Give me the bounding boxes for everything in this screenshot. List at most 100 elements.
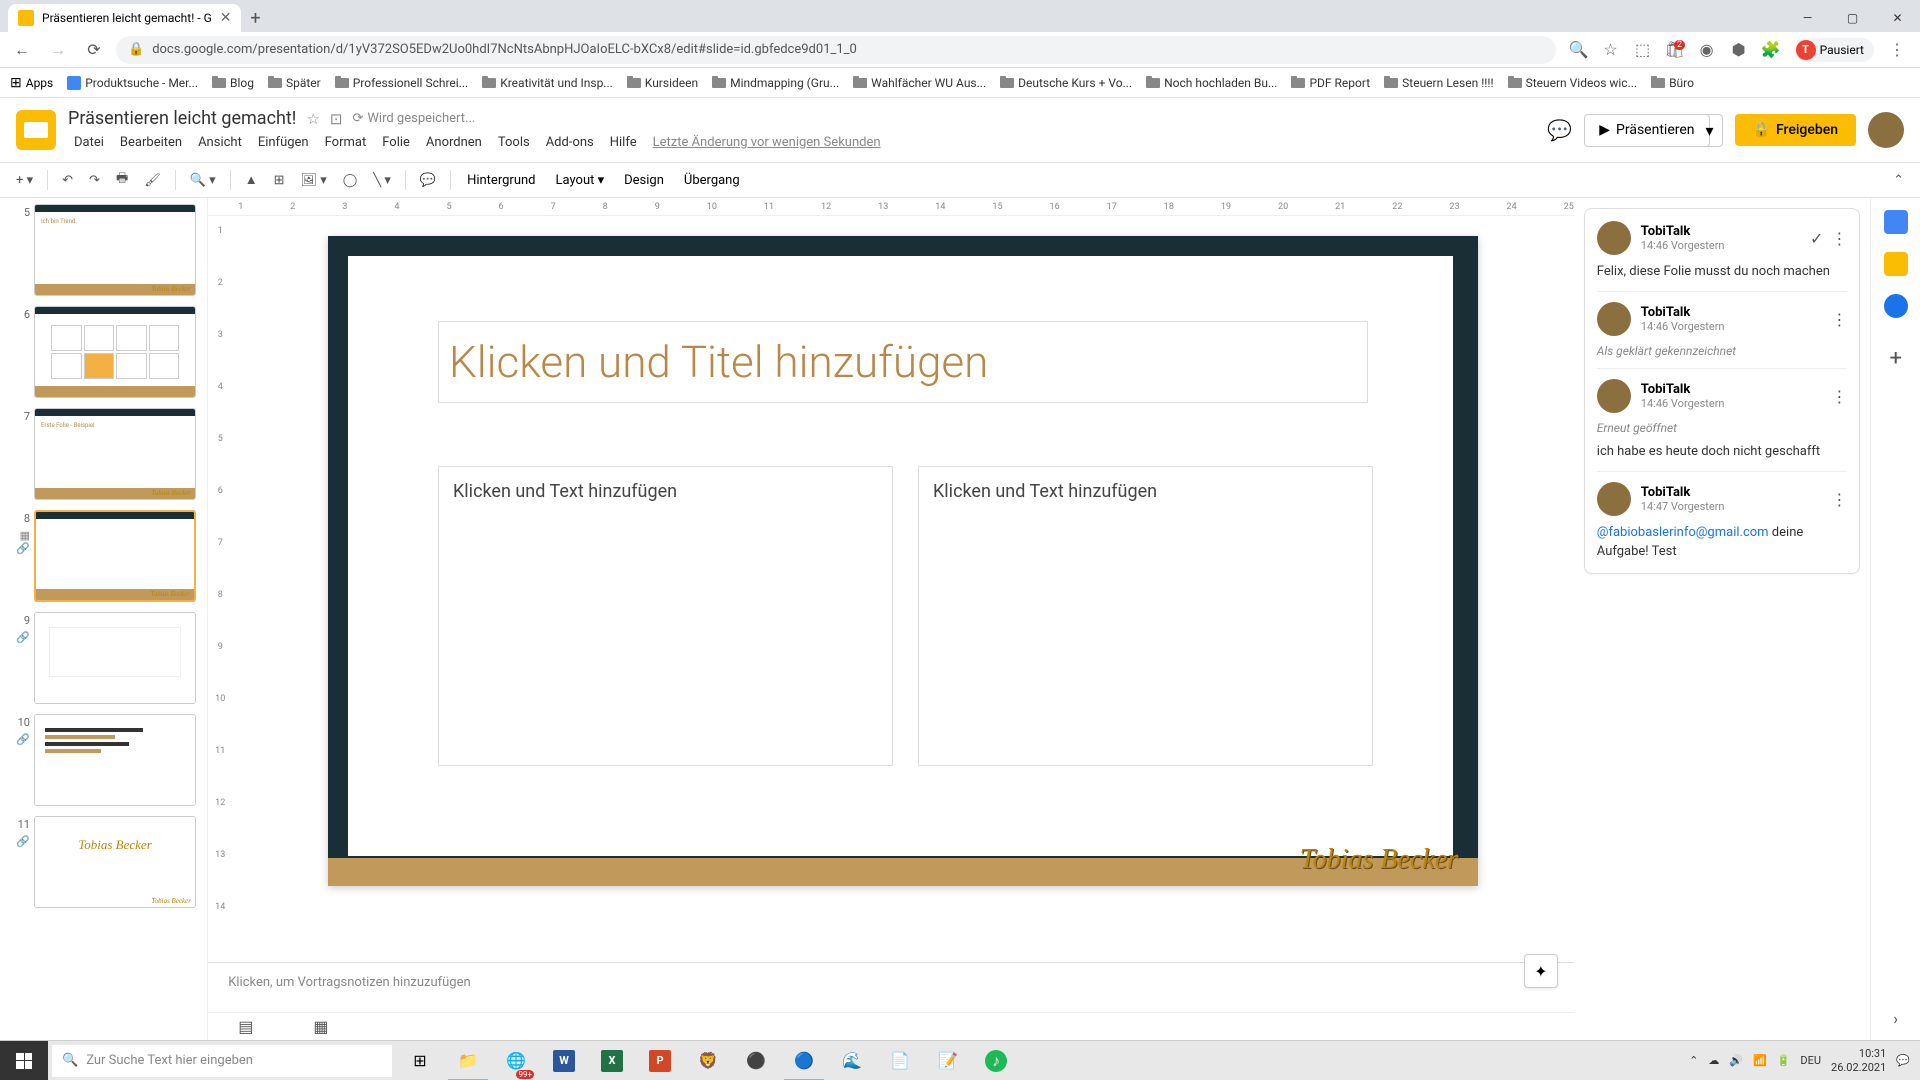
profile-badge[interactable]: T Pausiert (1794, 38, 1874, 62)
edge-icon[interactable]: 🌊 (828, 1041, 876, 1080)
menu-format[interactable]: Format (319, 133, 373, 152)
battery-icon[interactable]: 🔋 (1777, 1054, 1791, 1067)
close-tab-icon[interactable]: ✕ (220, 10, 232, 26)
explorer-icon[interactable]: 📁 (444, 1041, 492, 1080)
apps-button[interactable]: ⊞ Apps (10, 75, 53, 91)
print-button[interactable]: 🖶 (110, 165, 134, 195)
paint-format-button[interactable]: 🖌 (138, 169, 167, 192)
app-icon[interactable]: 🦁 (684, 1041, 732, 1080)
menu-tools[interactable]: Tools (492, 133, 536, 152)
explore-button[interactable]: ✦ (1524, 954, 1558, 988)
last-change-link[interactable]: Letzte Änderung vor wenigen Sekunden (647, 133, 887, 152)
undo-button[interactable]: ↶ (56, 169, 79, 192)
browser-menu-icon[interactable]: ⋮ (1888, 41, 1906, 59)
obs-icon[interactable]: ⚫ (732, 1041, 780, 1080)
menu-slide[interactable]: Folie (376, 133, 416, 152)
menu-help[interactable]: Hilfe (604, 133, 643, 152)
user-avatar[interactable] (1868, 112, 1904, 148)
menu-arrange[interactable]: Anordnen (420, 133, 488, 152)
slide-canvas[interactable]: Klicken und Titel hinzufügen Klicken und… (328, 236, 1478, 886)
back-button[interactable]: ← (8, 36, 36, 64)
bookmark-folder[interactable]: Wahlfächer WU Aus... (853, 76, 986, 90)
design-button[interactable]: Design (616, 169, 672, 192)
menu-file[interactable]: Datei (68, 133, 110, 152)
comment-menu-icon[interactable]: ⋮ (1831, 387, 1847, 406)
start-button[interactable] (0, 1041, 48, 1080)
bookmark-folder[interactable]: Kreativität und Insp... (482, 76, 613, 90)
slide-thumbnail[interactable]: Tobias BeckerTobias Becker (34, 816, 196, 908)
wifi-icon[interactable]: 📶 (1753, 1054, 1767, 1067)
extension-icon-4[interactable]: ⬢ (1730, 41, 1748, 59)
resolve-icon[interactable]: ✓ (1810, 229, 1823, 248)
body-placeholder-right[interactable]: Klicken und Text hinzufügen (918, 466, 1373, 766)
menu-insert[interactable]: Einfügen (252, 133, 315, 152)
bookmark-folder[interactable]: Büro (1651, 76, 1694, 90)
redo-button[interactable]: ↷ (83, 169, 106, 192)
body-placeholder-left[interactable]: Klicken und Text hinzufügen (438, 466, 893, 766)
background-button[interactable]: Hintergrund (459, 169, 543, 192)
clock[interactable]: 10:31 26.02.2021 (1831, 1047, 1886, 1073)
comment-thread[interactable]: TobiTalk 14:46 Vorgestern ✓ ⋮ Felix, die… (1584, 208, 1861, 574)
language-indicator[interactable]: DEU (1800, 1054, 1821, 1067)
present-button[interactable]: ▶ Präsentieren (1584, 114, 1709, 147)
keep-icon[interactable] (1884, 252, 1908, 276)
edge-legacy-icon[interactable]: 🌐99+ (492, 1041, 540, 1080)
calendar-icon[interactable] (1884, 210, 1908, 234)
slide-thumbnail[interactable] (34, 306, 196, 398)
slide-thumbnail[interactable] (34, 714, 196, 806)
comments-icon[interactable]: 💬 (1547, 118, 1572, 142)
comment-menu-icon[interactable]: ⋮ (1831, 229, 1847, 248)
document-title[interactable]: Präsentieren leicht gemacht! (68, 108, 296, 129)
select-tool[interactable]: ▲ (239, 168, 264, 192)
line-tool[interactable]: ╲ ▾ (367, 169, 397, 192)
powerpoint-icon[interactable]: P (636, 1041, 684, 1080)
url-bar[interactable]: 🔒 docs.google.com/presentation/d/1yV372S… (116, 36, 1556, 64)
bookmark-folder[interactable]: Blog (212, 76, 254, 90)
browser-tab[interactable]: Präsentieren leicht gemacht! - G ✕ (8, 4, 241, 32)
volume-icon[interactable]: 🔊 (1729, 1054, 1743, 1067)
chrome-icon[interactable]: 🔵 (780, 1041, 828, 1080)
mention-link[interactable]: @fabiobaslerinfo@gmail.com (1597, 525, 1769, 540)
new-tab-button[interactable]: + (241, 4, 269, 32)
tasks-icon[interactable] (1884, 294, 1908, 318)
extensions-menu-icon[interactable]: 🧩 (1762, 41, 1780, 59)
slide-filmstrip[interactable]: 5Ich bin Trend.Tobias Becker 6 7Erste Fo… (0, 198, 208, 1040)
add-addon-icon[interactable]: + (1889, 346, 1901, 371)
filmstrip-view-icon[interactable]: ▤ (238, 1017, 253, 1036)
menu-edit[interactable]: Bearbeiten (114, 133, 188, 152)
reload-button[interactable]: ⟳ (80, 36, 108, 64)
notifications-icon[interactable]: 💬 (1896, 1054, 1910, 1067)
forward-button[interactable]: → (44, 36, 72, 64)
bookmark-folder[interactable]: Professionell Schrei... (335, 76, 468, 90)
move-doc-icon[interactable]: ⊡ (330, 110, 343, 128)
taskbar-search[interactable]: 🔍 Zur Suche Text hier eingeben (52, 1045, 392, 1077)
comment-menu-icon[interactable]: ⋮ (1831, 490, 1847, 509)
new-slide-button[interactable]: + ▾ (10, 169, 39, 192)
bookmark-folder[interactable]: Kursideen (627, 76, 698, 90)
bookmark-folder[interactable]: Noch hochladen Bu... (1146, 76, 1277, 90)
task-view-icon[interactable]: ⊞ (396, 1041, 444, 1080)
collapse-toolbar-icon[interactable]: ⌃ (1887, 169, 1910, 192)
maximize-button[interactable]: ▢ (1830, 4, 1875, 32)
comment-tool[interactable]: 💬 (414, 169, 442, 192)
menu-view[interactable]: Ansicht (192, 133, 248, 152)
shape-tool[interactable]: ◯ (337, 169, 364, 192)
extension-icon-2[interactable]: 🛍2 (1666, 41, 1684, 59)
present-dropdown[interactable]: ▾ (1698, 114, 1723, 147)
app-icon[interactable]: 📄 (876, 1041, 924, 1080)
grid-view-icon[interactable]: ▦ (313, 1017, 328, 1036)
zoom-button[interactable]: 🔍 ▾ (184, 169, 222, 192)
slides-logo[interactable] (16, 110, 56, 150)
speaker-notes[interactable]: Klicken, um Vortragsnotizen hinzuzufügen (208, 962, 1574, 1012)
title-placeholder[interactable]: Klicken und Titel hinzufügen (438, 321, 1368, 403)
layout-button[interactable]: Layout ▾ (548, 169, 613, 192)
extension-icon-3[interactable]: ◉ (1698, 41, 1716, 59)
bookmark-folder[interactable]: Steuern Videos wic... (1508, 76, 1637, 90)
slide-thumbnail[interactable] (34, 612, 196, 704)
star-icon[interactable]: ☆ (1602, 41, 1620, 59)
spotify-icon[interactable]: ♪ (972, 1041, 1020, 1080)
transition-button[interactable]: Übergang (676, 169, 748, 192)
onedrive-icon[interactable]: ☁ (1708, 1054, 1719, 1067)
comment-menu-icon[interactable]: ⋮ (1831, 310, 1847, 329)
notepad-icon[interactable]: 📝 (924, 1041, 972, 1080)
